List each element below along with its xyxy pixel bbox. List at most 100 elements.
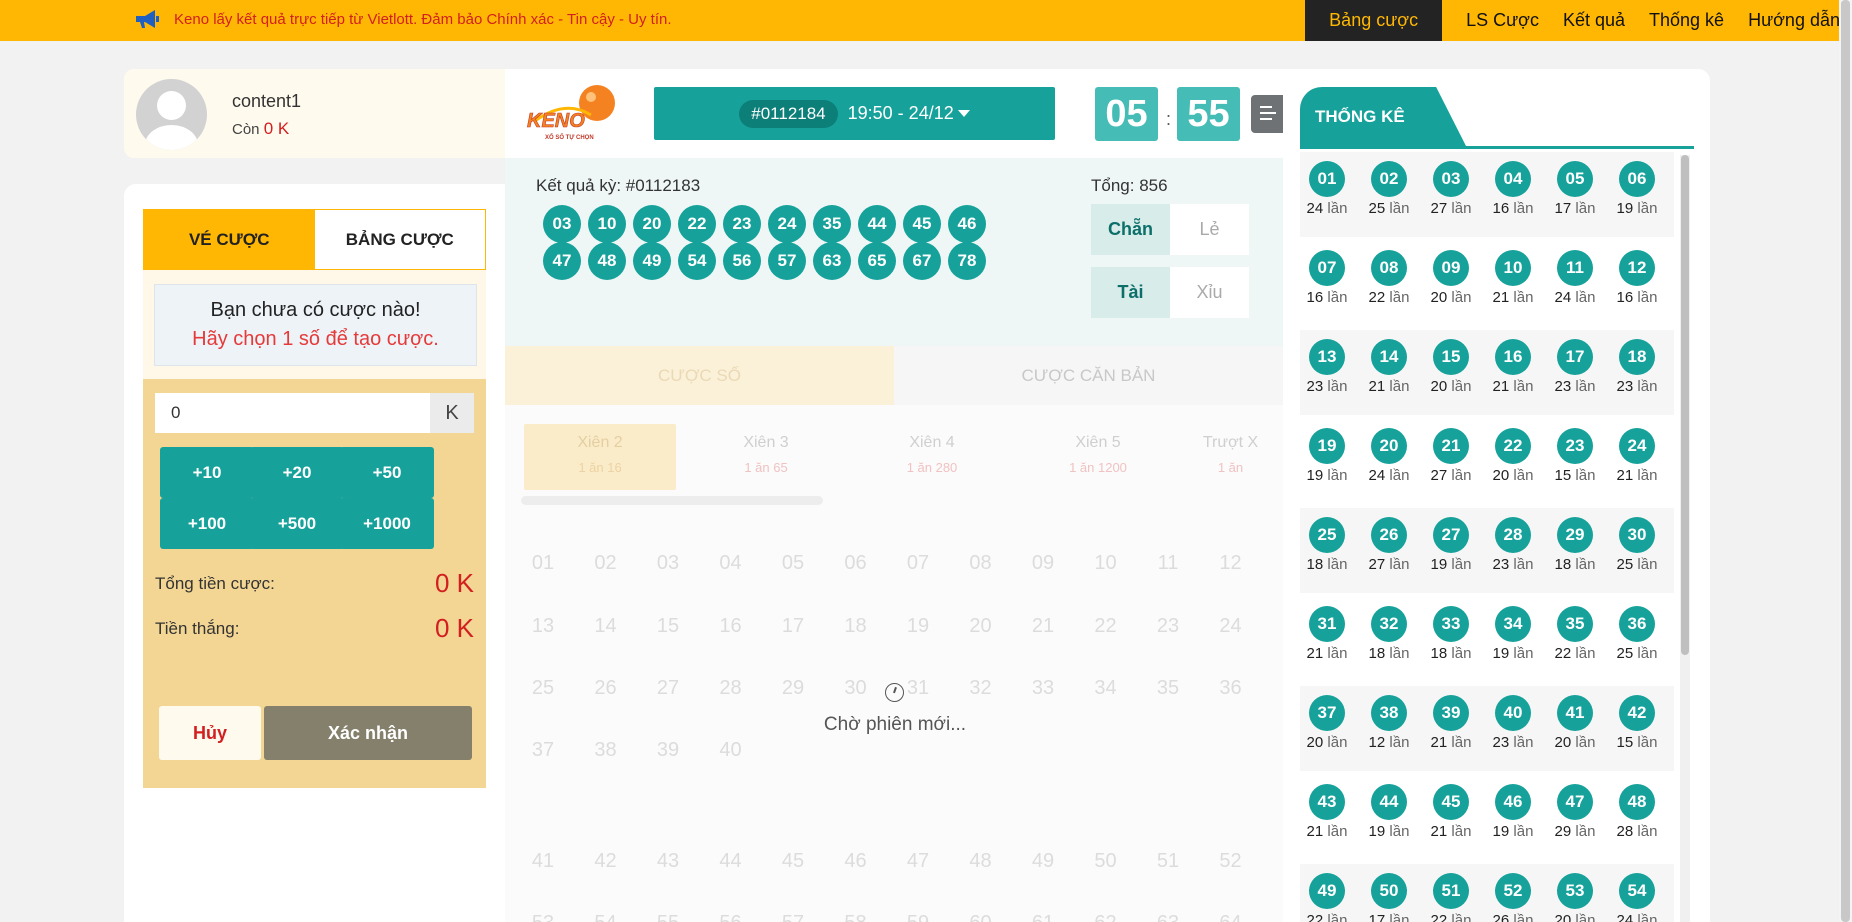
subtab-scrollbar[interactable] bbox=[521, 496, 823, 505]
number-cell[interactable]: 43 bbox=[643, 850, 693, 873]
number-cell[interactable]: 32 bbox=[956, 677, 1006, 700]
subtab-5[interactable]: Trượt X 1 ăn bbox=[1188, 424, 1273, 490]
subtab-3[interactable]: Xiên 4 1 ăn 280 bbox=[856, 424, 1008, 490]
stats-scrollbar[interactable] bbox=[1680, 155, 1690, 922]
stats-count: 27 lần bbox=[1368, 556, 1410, 573]
number-cell[interactable]: 37 bbox=[518, 739, 568, 762]
keno-logo: KENO XỔ SỐ TỰ CHỌN bbox=[527, 85, 615, 141]
number-cell[interactable]: 04 bbox=[706, 552, 756, 575]
quick-add-100-button[interactable]: +100 bbox=[160, 498, 254, 549]
number-cell[interactable]: 38 bbox=[581, 739, 631, 762]
number-cell[interactable]: 13 bbox=[518, 615, 568, 638]
number-cell[interactable]: 08 bbox=[956, 552, 1006, 575]
number-cell[interactable]: 27 bbox=[643, 677, 693, 700]
number-cell[interactable]: 55 bbox=[643, 912, 693, 922]
nav-results[interactable]: Kết quả bbox=[1551, 0, 1637, 41]
number-cell[interactable]: 46 bbox=[831, 850, 881, 873]
number-cell[interactable]: 24 bbox=[1206, 615, 1256, 638]
quick-add-1000-button[interactable]: +1000 bbox=[340, 498, 434, 549]
number-cell[interactable]: 64 bbox=[1206, 912, 1256, 922]
number-cell[interactable]: 61 bbox=[1018, 912, 1068, 922]
nav-statistics[interactable]: Thống kê bbox=[1637, 0, 1736, 41]
number-cell[interactable]: 53 bbox=[518, 912, 568, 922]
number-cell[interactable]: 17 bbox=[768, 615, 818, 638]
number-cell[interactable]: 33 bbox=[1018, 677, 1068, 700]
confirm-button[interactable]: Xác nhận bbox=[264, 706, 472, 760]
number-cell[interactable]: 16 bbox=[706, 615, 756, 638]
tab-basic-bet[interactable]: CƯỢC CĂN BẢN bbox=[894, 346, 1283, 405]
draw-selector[interactable]: #0112184 19:50 - 24/12 bbox=[654, 87, 1055, 140]
number-cell[interactable]: 56 bbox=[706, 912, 756, 922]
number-cell[interactable]: 52 bbox=[1206, 850, 1256, 873]
number-cell[interactable]: 18 bbox=[831, 615, 881, 638]
number-cell[interactable]: 42 bbox=[581, 850, 631, 873]
number-cell[interactable]: 40 bbox=[706, 739, 756, 762]
number-cell[interactable]: 63 bbox=[1143, 912, 1193, 922]
amount-input[interactable]: 0 bbox=[155, 393, 430, 433]
number-cell[interactable]: 02 bbox=[581, 552, 631, 575]
number-cell[interactable]: 14 bbox=[581, 615, 631, 638]
number-cell[interactable]: 07 bbox=[893, 552, 943, 575]
number-cell[interactable]: 62 bbox=[1081, 912, 1131, 922]
number-cell[interactable]: 45 bbox=[768, 850, 818, 873]
result-total: Tổng: 856 bbox=[1091, 176, 1168, 195]
number-cell[interactable]: 34 bbox=[1081, 677, 1131, 700]
number-cell[interactable]: 39 bbox=[643, 739, 693, 762]
nav-bet-board[interactable]: Bảng cược bbox=[1305, 0, 1443, 41]
page-scrollbar[interactable] bbox=[1839, 0, 1852, 922]
subtab-1[interactable]: Xiên 2 1 ăn 16 bbox=[524, 424, 676, 490]
number-cell[interactable]: 05 bbox=[768, 552, 818, 575]
number-cell[interactable]: 11 bbox=[1143, 552, 1193, 575]
number-cell[interactable]: 57 bbox=[768, 912, 818, 922]
nav-guide[interactable]: Hướng dẫn bbox=[1736, 0, 1852, 41]
tab-number-bet[interactable]: CƯỢC SỐ bbox=[505, 346, 894, 405]
number-cell[interactable]: 60 bbox=[956, 912, 1006, 922]
number-cell[interactable]: 06 bbox=[831, 552, 881, 575]
number-cell[interactable]: 21 bbox=[1018, 615, 1068, 638]
number-cell[interactable]: 36 bbox=[1206, 677, 1256, 700]
number-cell[interactable]: 59 bbox=[893, 912, 943, 922]
number-cell[interactable]: 12 bbox=[1206, 552, 1256, 575]
number-cell[interactable]: 51 bbox=[1143, 850, 1193, 873]
nav-bet-history[interactable]: LS Cược bbox=[1454, 0, 1551, 41]
stats-count: 20 lần bbox=[1492, 467, 1534, 484]
subtab-4[interactable]: Xiên 5 1 ăn 1200 bbox=[1022, 424, 1174, 490]
number-cell[interactable]: 20 bbox=[956, 615, 1006, 638]
number-cell[interactable]: 49 bbox=[1018, 850, 1068, 873]
quick-add-500-button[interactable]: +500 bbox=[250, 498, 344, 549]
number-cell[interactable]: 03 bbox=[643, 552, 693, 575]
number-cell[interactable]: 19 bbox=[893, 615, 943, 638]
empty-bet-note: Bạn chưa có cược nào! Hãy chọn 1 số để t… bbox=[154, 284, 477, 366]
number-cell[interactable]: 22 bbox=[1081, 615, 1131, 638]
result-ball: 46 bbox=[948, 205, 986, 243]
top-bar: Keno lấy kết quả trực tiếp từ Vietlott. … bbox=[0, 0, 1852, 41]
number-cell[interactable]: 47 bbox=[893, 850, 943, 873]
number-cell[interactable]: 30 bbox=[831, 677, 881, 700]
number-cell[interactable]: 10 bbox=[1081, 552, 1131, 575]
number-cell[interactable]: 48 bbox=[956, 850, 1006, 873]
number-cell[interactable]: 44 bbox=[706, 850, 756, 873]
number-cell[interactable]: 41 bbox=[518, 850, 568, 873]
quick-add-50-button[interactable]: +50 bbox=[340, 447, 434, 498]
tab-bet-ticket[interactable]: VÉ CƯỢC bbox=[144, 210, 315, 269]
number-cell[interactable]: 28 bbox=[706, 677, 756, 700]
tab-bet-board[interactable]: BẢNG CƯỢC bbox=[315, 210, 486, 269]
cancel-button[interactable]: Hủy bbox=[159, 706, 261, 760]
quick-add-20-button[interactable]: +20 bbox=[250, 447, 344, 498]
number-cell[interactable]: 25 bbox=[518, 677, 568, 700]
number-cell[interactable]: 23 bbox=[1143, 615, 1193, 638]
subtab-2[interactable]: Xiên 3 1 ăn 65 bbox=[690, 424, 842, 490]
quick-add-10-button[interactable]: +10 bbox=[160, 447, 254, 498]
number-cell[interactable]: 54 bbox=[581, 912, 631, 922]
number-cell[interactable]: 09 bbox=[1018, 552, 1068, 575]
number-cell[interactable]: 35 bbox=[1143, 677, 1193, 700]
stats-cell: 06 19 lần bbox=[1606, 152, 1668, 217]
number-cell[interactable]: 26 bbox=[581, 677, 631, 700]
number-cell[interactable]: 50 bbox=[1081, 850, 1131, 873]
number-cell[interactable]: 15 bbox=[643, 615, 693, 638]
number-cell[interactable]: 58 bbox=[831, 912, 881, 922]
number-cell[interactable]: 29 bbox=[768, 677, 818, 700]
stats-row: 25 18 lần 26 27 lần 27 19 lần 28 23 lần 29 18 lần… bbox=[1300, 508, 1674, 593]
collapse-panel-icon[interactable] bbox=[1251, 95, 1283, 133]
number-cell[interactable]: 01 bbox=[518, 552, 568, 575]
